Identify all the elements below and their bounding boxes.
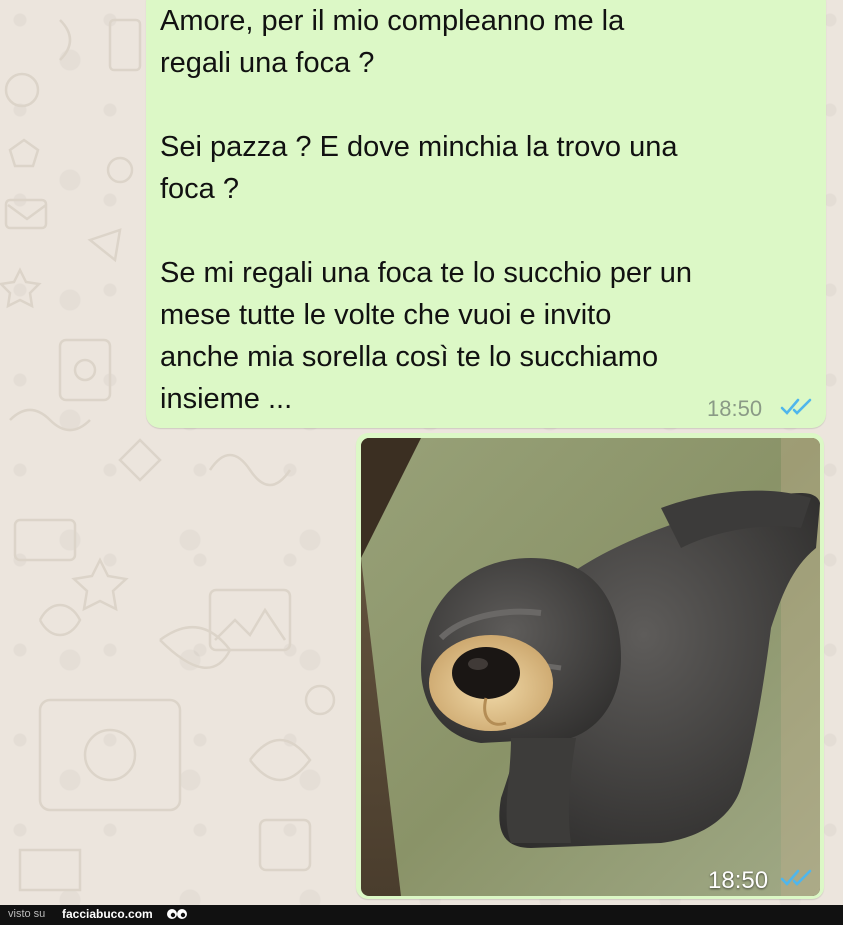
message-line: insieme ... xyxy=(160,383,293,415)
double-check-read-icon xyxy=(780,398,812,415)
image-timestamp: 18:50 xyxy=(708,867,769,894)
footer-site-link[interactable]: facciabuco.com xyxy=(62,907,153,921)
message-line: regali una foca ? xyxy=(160,47,375,79)
dog-in-sweater-photo xyxy=(361,438,820,896)
message-line: Amore, per il mio compleanno me la xyxy=(160,5,625,37)
double-check-read-icon xyxy=(780,869,812,886)
watermark-footer: visto su facciabuco.com xyxy=(0,905,843,925)
message-timestamp: 18:50 xyxy=(707,396,763,421)
message-line: Se mi regali una foca te lo succhio per … xyxy=(160,257,692,289)
message-line: foca ? xyxy=(160,173,239,205)
message-line: mese tutte le volte che vuoi e invito xyxy=(160,299,612,331)
eyes-icon xyxy=(167,909,187,919)
message-line: Sei pazza ? E dove minchia la trovo una xyxy=(160,131,678,163)
message-line: anche mia sorella così te lo succhiamo xyxy=(160,341,659,373)
footer-visto-label: visto su xyxy=(8,908,46,920)
shared-photo[interactable] xyxy=(361,438,820,896)
